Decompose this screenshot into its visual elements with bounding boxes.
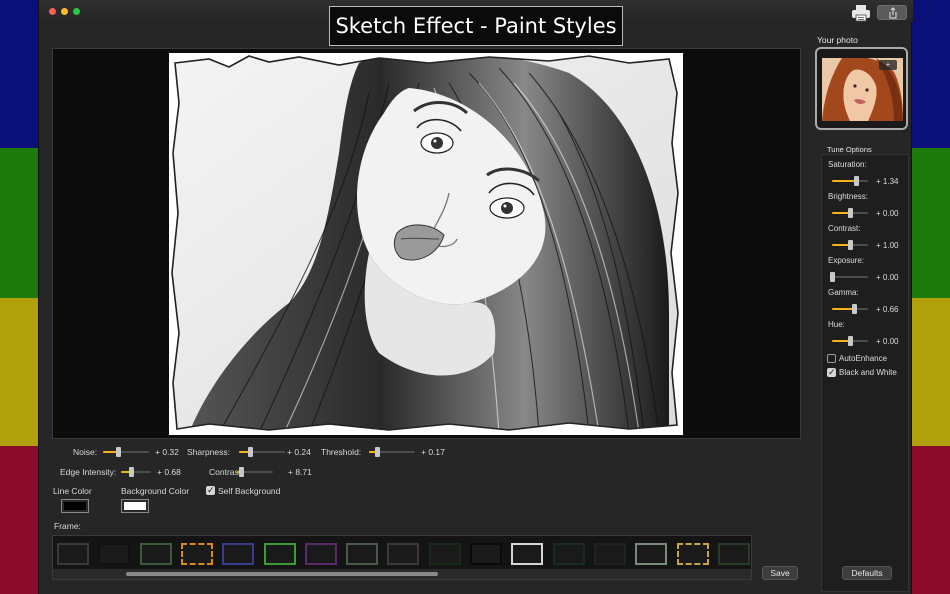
frame-thumb-orange-ornate[interactable] [180,543,213,565]
threshold-value: + 0.17 [421,447,445,457]
background-color-well[interactable] [121,499,149,513]
frame-thumb-black[interactable] [98,543,131,565]
printer-icon[interactable] [851,4,871,22]
frame-thumb-green[interactable] [139,543,172,565]
self-background-checkbox[interactable]: ✓ [206,485,215,495]
frame-thumb-gray[interactable] [346,543,379,565]
frame-strip [52,535,752,580]
gamma-tune-slider[interactable] [832,304,868,314]
checkmark-icon: ✓ [207,485,215,495]
add-photo-button[interactable]: + [879,60,897,70]
tune-options-panel: AutoEnhance ✓ Black and White Defaults S… [821,154,909,592]
saturation-tune-value: + 1.34 [876,177,899,186]
frame-thumb-blue[interactable] [222,543,255,565]
exposure-tune-label: Exposure: [828,256,865,265]
zoom-button[interactable] [73,8,80,15]
line-color-swatch [64,502,86,510]
minimize-button[interactable] [61,8,68,15]
frame-thumb-dark-teal[interactable] [552,543,585,565]
app-title: Sketch Effect - Paint Styles [329,6,623,46]
app-window: Sketch Effect - Paint Styles Noise: + 0.… [38,0,913,594]
gamma-tune-label: Gamma: [828,288,859,297]
black-and-white-label: Black and White [839,368,897,377]
sharpness-label: Sharpness: [187,447,230,457]
background-color-swatch [124,502,146,510]
your-photo-well[interactable]: + [815,47,908,130]
sketch-preview-image [169,53,683,435]
edge-intensity-label: Edge Intensity: [60,467,117,477]
exposure-tune-value: + 0.00 [876,273,899,282]
contrast-tune-slider[interactable] [832,240,868,250]
edge-intensity-value: + 0.68 [157,467,181,477]
auto-enhance-checkbox[interactable] [827,354,836,363]
frame-thumb-rainbow[interactable] [263,543,296,565]
saturation-tune-label: Saturation: [828,160,867,169]
contrast-tune-label: Contrast: [828,224,861,233]
frame-scroll-thumb[interactable] [126,572,438,576]
frame-thumb-gold-ornate[interactable] [676,543,709,565]
hue-tune-label: Hue: [828,320,845,329]
brightness-tune-slider[interactable] [832,208,868,218]
threshold-label: Threshold: [321,447,362,457]
frame-thumb-shadow[interactable] [593,543,626,565]
frame-label: Frame: [54,521,81,531]
saturation-tune-slider[interactable] [832,176,868,186]
frame-thumb-purple[interactable] [304,543,337,565]
defaults-button[interactable]: Defaults [842,566,892,580]
brightness-tune-value: + 0.00 [876,209,899,218]
auto-enhance-label: AutoEnhance [839,354,888,363]
edge-intensity-slider[interactable] [121,467,151,477]
close-button[interactable] [49,8,56,15]
share-icon [889,7,897,19]
self-background-label: Self Background [218,486,281,496]
tune-options-label: Tune Options [827,145,872,154]
your-photo-label: Your photo [817,35,858,45]
noise-slider[interactable] [103,447,149,457]
share-button[interactable] [877,5,907,20]
contrast-value: + 8.71 [288,467,312,477]
frame-thumb-dark[interactable] [57,543,89,565]
frame-thumb-white[interactable] [511,543,544,565]
frame-thumb-black-bold[interactable] [470,543,502,565]
hue-tune-value: + 0.00 [876,337,899,346]
frame-thumb-black-green[interactable] [428,543,461,565]
contrast-slider[interactable] [237,467,273,477]
contrast-tune-value: + 1.00 [876,241,899,250]
noise-label: Noise: [73,447,98,457]
noise-value: + 0.32 [155,447,179,457]
line-color-label: Line Color [53,486,92,496]
gamma-tune-value: + 0.66 [876,305,899,314]
black-and-white-checkbox[interactable]: ✓ [827,367,836,377]
frame-thumb-silver[interactable] [635,543,668,565]
sharpness-slider[interactable] [239,447,285,457]
save-button[interactable]: Save [762,566,798,580]
frame-thumb-dark-edge[interactable] [717,543,750,565]
threshold-slider[interactable] [369,447,415,457]
background-color-label: Background Color [121,486,190,496]
line-color-well[interactable] [61,499,89,513]
hue-tune-slider[interactable] [832,336,868,346]
brightness-tune-label: Brightness: [828,192,869,201]
preview-canvas [52,48,801,439]
sharpness-value: + 0.24 [287,447,311,457]
frame-thumb-dark-gray[interactable] [387,543,420,565]
exposure-tune-slider[interactable] [830,272,868,282]
checkmark-icon: ✓ [828,367,836,377]
